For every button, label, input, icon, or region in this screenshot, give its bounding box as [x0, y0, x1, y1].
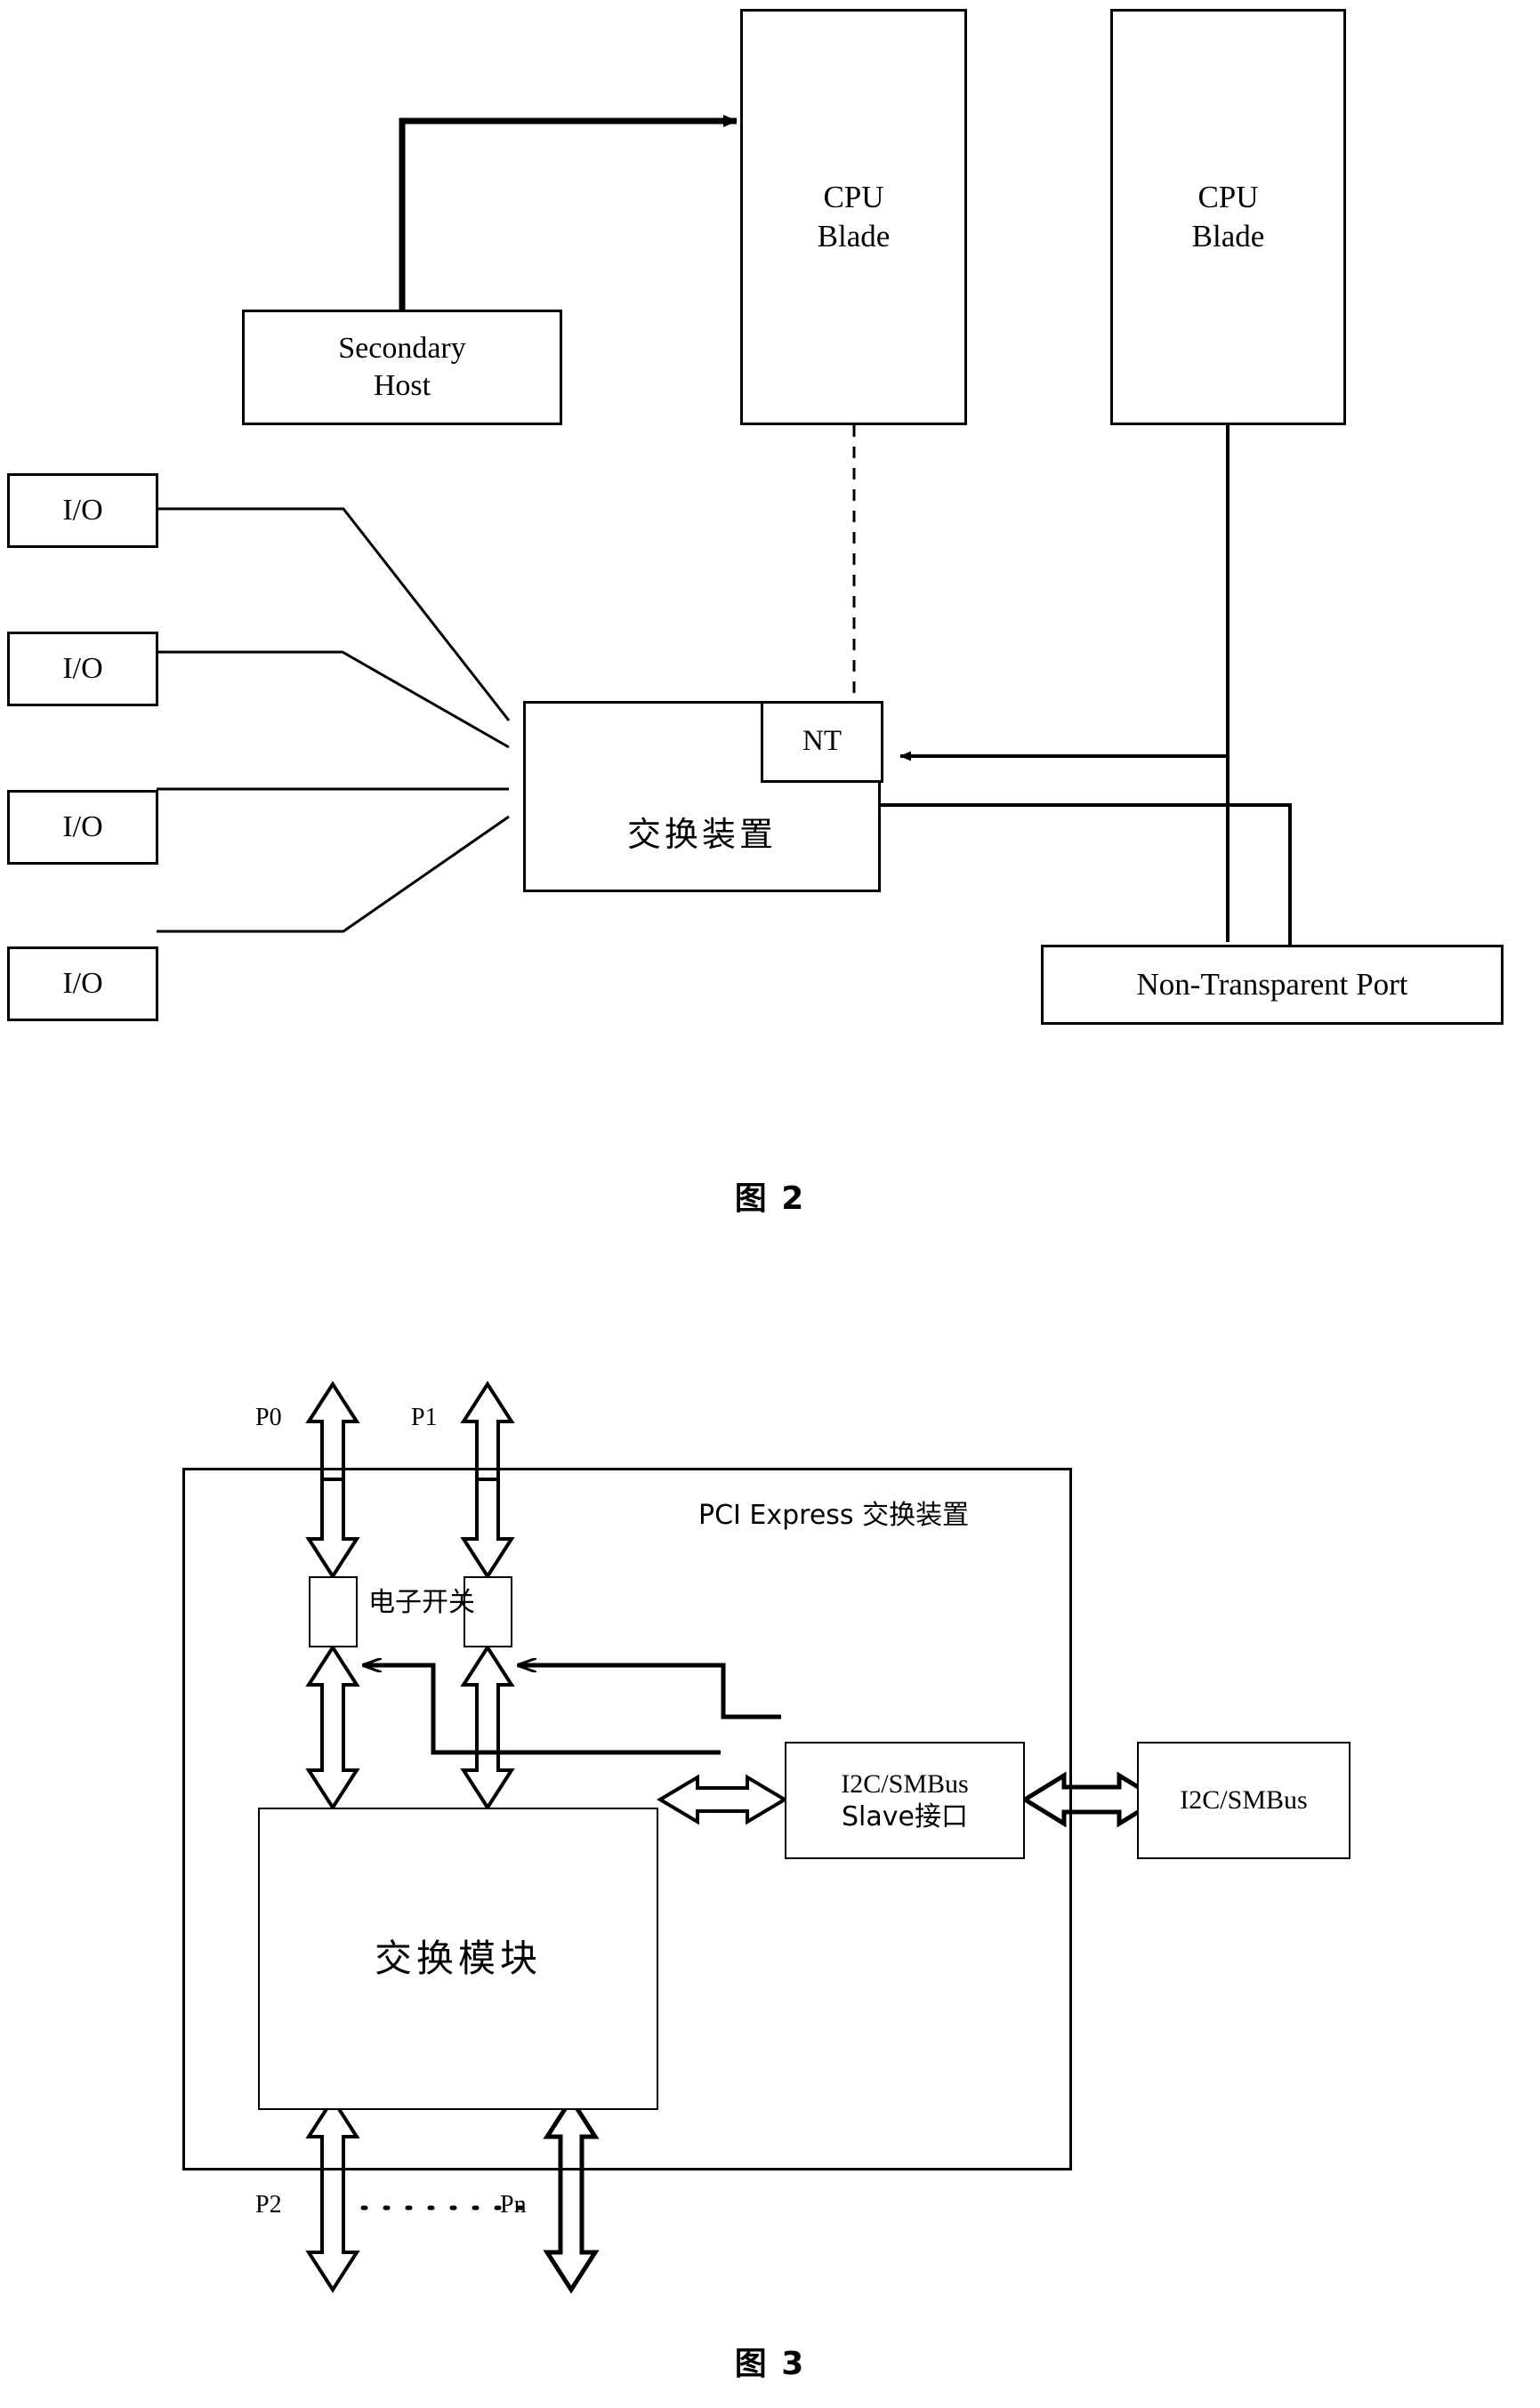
nt-box[interactable]: NT: [761, 701, 883, 783]
port-label-pn: Pn: [500, 2191, 527, 2219]
non-transparent-port-label: Non-Transparent Port: [1136, 967, 1408, 1003]
edge-io1-to-switch: [157, 507, 511, 721]
port-label-p1: P1: [411, 1404, 438, 1431]
io-box-2[interactable]: I/O: [7, 632, 158, 706]
io-box-2-label: I/O: [62, 651, 103, 685]
i2c-smbus-external-label: I2C/SMBus: [1180, 1785, 1308, 1816]
non-transparent-port-box[interactable]: Non-Transparent Port: [1041, 945, 1504, 1025]
switch-module-label: 交换模块: [374, 1936, 542, 1980]
patent-figure-sheet: CPU Blade CPU Blade Secondary Host I/O I/…: [0, 0, 1540, 2408]
secondary-host-label: Secondary Host: [338, 331, 466, 403]
figure-2-caption: 图 2: [734, 1180, 806, 1217]
i2c-smbus-external-box[interactable]: I2C/SMBus: [1137, 1742, 1351, 1859]
bus-arrow-p1-top: [460, 1381, 515, 1481]
io-box-4-label: I/O: [62, 966, 103, 1000]
cpu-blade-1-label: CPU Blade: [817, 180, 891, 254]
io-box-1[interactable]: I/O: [7, 473, 158, 548]
edge-io4-to-switch: [157, 815, 510, 933]
i2c-smbus-slave-box[interactable]: I2C/SMBus Slave接口: [785, 1742, 1025, 1859]
figure-3-caption: 图 3: [734, 2346, 806, 2382]
io-box-3-label: I/O: [62, 809, 103, 843]
port-label-p2: P2: [255, 2191, 282, 2219]
secondary-host-box[interactable]: Secondary Host: [242, 310, 562, 425]
i2c-smbus-slave-label: I2C/SMBus Slave接口: [841, 1768, 969, 1833]
pci-express-switch-label: PCI Express 交换装置: [698, 1500, 970, 1531]
bus-arrow-p0-top: [305, 1381, 360, 1481]
electronic-switch-label: 电子开关: [368, 1587, 475, 1618]
port-label-p0: P0: [255, 1404, 282, 1431]
nt-label: NT: [802, 725, 842, 758]
electronic-switch-p0-box[interactable]: [309, 1576, 358, 1647]
cpu-blade-1-box[interactable]: CPU Blade: [740, 9, 967, 425]
edge-io2-to-switch: [157, 650, 510, 749]
edge-secondaryhost-to-cpublade1: [399, 115, 738, 310]
switch-module-box[interactable]: 交换模块: [258, 1808, 658, 2110]
io-box-1-label: I/O: [62, 493, 103, 527]
cpu-blade-2-box[interactable]: CPU Blade: [1110, 9, 1346, 425]
switch-device-label: 交换装置: [626, 814, 777, 854]
cpu-blade-2-label: CPU Blade: [1191, 180, 1265, 254]
io-box-3[interactable]: I/O: [7, 790, 158, 865]
io-box-4[interactable]: I/O: [7, 946, 158, 1021]
edge-switchdevice-to-ntport: [859, 803, 1292, 945]
